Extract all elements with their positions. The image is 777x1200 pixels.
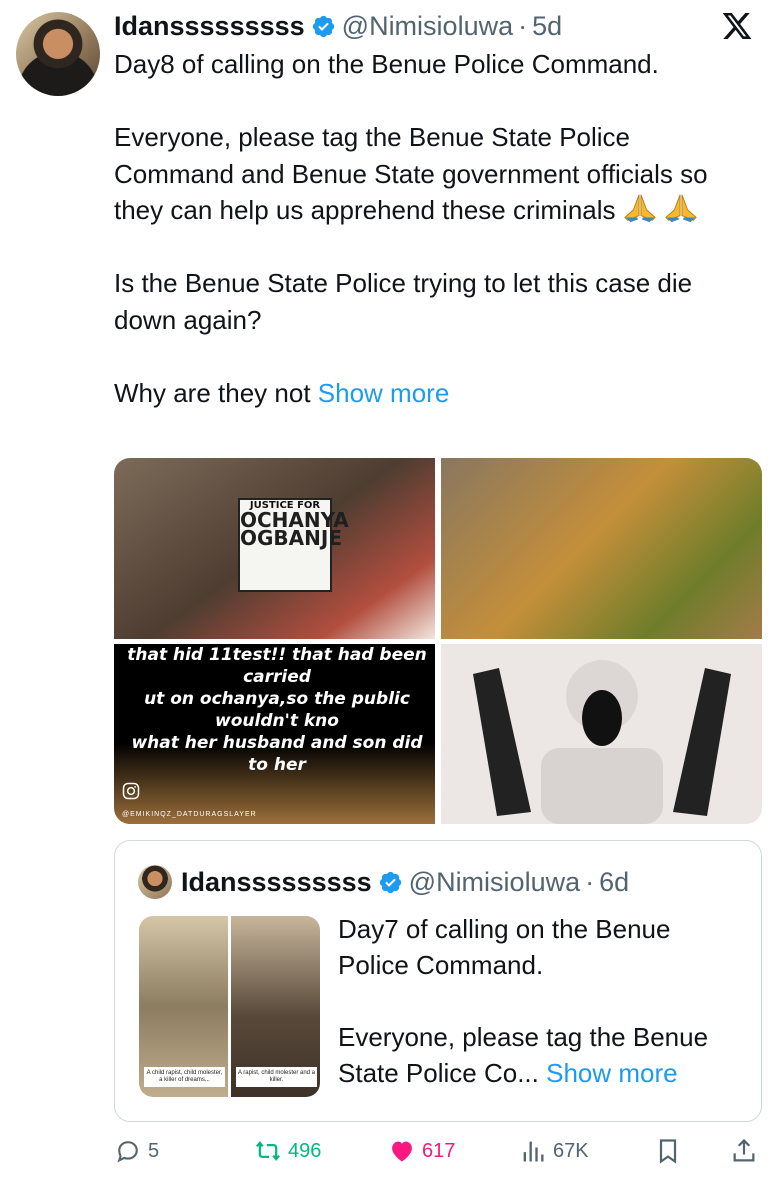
- folded-hands-icon: [665, 194, 697, 223]
- views-count: 67K: [553, 1139, 589, 1162]
- bookmark-button[interactable]: [654, 1134, 682, 1168]
- tweet-body: Day8 of calling on the Benue Police Comm…: [114, 46, 744, 411]
- image-watermark: @EMIKINQZ_DATDURAGSLAYER: [122, 811, 257, 818]
- folded-hands-icon: [623, 194, 656, 223]
- author-avatar[interactable]: [16, 12, 100, 96]
- separator-dot: ·: [518, 10, 528, 41]
- quoted-author-avatar: [138, 865, 172, 899]
- show-more-link[interactable]: Show more: [318, 378, 450, 408]
- media-image-portrait[interactable]: [441, 458, 762, 639]
- tweet-paragraph: Everyone, please tag the Benue State Pol…: [114, 119, 744, 229]
- quoted-tweet-body: Day7 of calling on the Benue Police Comm…: [338, 911, 738, 1091]
- like-button[interactable]: 617: [388, 1134, 455, 1168]
- justice-label-surname: OGBANJE: [240, 526, 342, 550]
- separator-dot: ·: [585, 866, 595, 897]
- views-button[interactable]: 67K: [519, 1134, 589, 1168]
- bookmark-icon: [659, 1139, 677, 1164]
- quoted-tweet-paragraph: Everyone, please tag the Benue State Pol…: [338, 1019, 738, 1091]
- author-handle[interactable]: @Nimisioluwa: [342, 11, 513, 42]
- image-caption-line: that hid 11test!! that had been carried: [127, 645, 427, 687]
- x-logo-icon: [722, 13, 752, 39]
- views-icon: [523, 1141, 544, 1162]
- share-button[interactable]: [730, 1134, 758, 1168]
- like-count: 617: [422, 1139, 456, 1162]
- quoted-tweet-paragraph: Day7 of calling on the Benue Police Comm…: [338, 914, 671, 980]
- quoted-media-right: A rapist, child molester and a killer.: [231, 916, 320, 1097]
- reply-icon: [117, 1141, 138, 1163]
- quoted-show-more-link[interactable]: Show more: [546, 1058, 678, 1088]
- author-name[interactable]: Idansssssssss: [114, 11, 305, 42]
- tweet-paragraph: Day8 of calling on the Benue Police Comm…: [114, 49, 659, 79]
- tweet-paragraph: Is the Benue State Police trying to let …: [114, 268, 693, 335]
- tweet-timestamp[interactable]: 5d: [532, 11, 562, 42]
- quoted-tweet-header: Idansssssssss @Nimisioluwa · 6d: [138, 865, 629, 899]
- reply-count: 5: [148, 1139, 160, 1162]
- retweet-count: 496: [288, 1139, 322, 1162]
- quoted-tweet-card[interactable]: Idansssssssss @Nimisioluwa · 6d A child …: [114, 840, 762, 1122]
- verified-badge-icon: [379, 871, 401, 893]
- quoted-tweet-media: A child rapist, child molester, a killer…: [139, 916, 320, 1097]
- quoted-author-name: Idansssssssss: [181, 866, 372, 897]
- quoted-media-caption: A child rapist, child molester, a killer…: [144, 1067, 225, 1087]
- image-caption: that hid 11test!! that had been carried …: [122, 644, 432, 776]
- verified-badge-icon: [312, 15, 334, 37]
- tweet-media-grid: JUSTICE FOR OCHANYA OGBANJE that hid 11t…: [114, 458, 762, 824]
- tweet-paragraph-text: Everyone, please tag the Benue State Pol…: [114, 122, 708, 225]
- instagram-icon: [122, 782, 140, 800]
- media-image-caption-still[interactable]: that hid 11test!! that had been carried …: [114, 644, 435, 824]
- tweet-actions-bar: 5 496 617 67K: [114, 1134, 760, 1168]
- quoted-tweet-timestamp: 6d: [599, 866, 630, 897]
- heart-icon: [392, 1141, 412, 1162]
- reply-button[interactable]: 5: [114, 1134, 159, 1168]
- share-icon: [733, 1138, 755, 1162]
- quoted-media-caption: A rapist, child molester and a killer.: [236, 1067, 317, 1087]
- justice-label: JUSTICE FOR OCHANYA OGBANJE: [238, 498, 349, 592]
- retweet-icon: [256, 1141, 280, 1161]
- retweet-button[interactable]: 496: [254, 1134, 321, 1168]
- media-image-illustration[interactable]: [441, 644, 762, 824]
- quoted-media-left: A child rapist, child molester, a killer…: [139, 916, 228, 1097]
- image-caption-line: what her husband and son did to her: [131, 733, 423, 775]
- figure-illustration: [473, 660, 731, 824]
- tweet-paragraph-text: Why are they not: [114, 377, 311, 408]
- tweet-header: Idansssssssss @Nimisioluwa · 5d: [114, 8, 562, 44]
- media-image-collage[interactable]: JUSTICE FOR OCHANYA OGBANJE: [114, 458, 435, 639]
- tweet-paragraph: Why are they not Show more: [114, 375, 744, 412]
- image-caption-line: ut on ochanya,so the public wouldn't kno: [144, 689, 410, 731]
- quoted-author-handle: @Nimisioluwa: [408, 866, 581, 897]
